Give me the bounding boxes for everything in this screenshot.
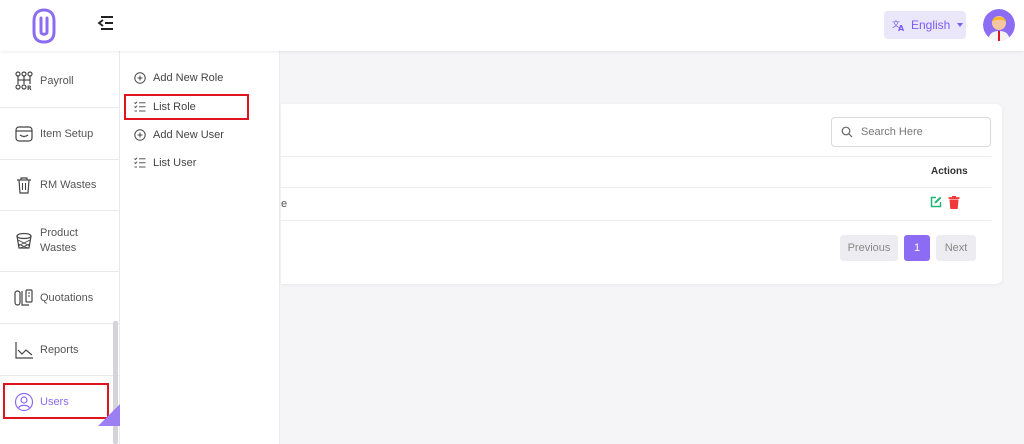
chart-icon (15, 341, 33, 359)
sidebar-item-reports[interactable]: Reports (0, 324, 120, 376)
sidebar-item-rm-wastes[interactable]: RM Wastes (0, 160, 120, 211)
sidebar-item-quotations[interactable]: Quotations (0, 272, 120, 324)
basket-icon (16, 232, 32, 249)
users-submenu: Add New Role List Role Add New User List… (120, 51, 280, 444)
pagination-next-button[interactable]: Next (936, 235, 976, 261)
submenu-label: Add New Role (153, 72, 224, 84)
submenu-add-new-user[interactable]: Add New User (134, 129, 224, 141)
list-icon (134, 157, 146, 168)
payroll-icon: R (15, 71, 33, 91)
search-icon (841, 126, 853, 138)
sidebar-item-label: Product Wastes (40, 227, 78, 254)
submenu-label: List User (153, 157, 197, 169)
actions-column-header: Actions (931, 166, 968, 177)
table-divider (281, 220, 991, 221)
language-dropdown[interactable]: 文 A English (884, 11, 966, 39)
table-cell-role-name: e (281, 198, 288, 210)
delete-icon[interactable] (948, 196, 960, 209)
top-header: 文 A English (0, 0, 1024, 51)
highlight-box-users (3, 383, 109, 419)
svg-text:R: R (27, 85, 32, 91)
chevron-down-icon (957, 23, 964, 27)
highlight-box-list-role (124, 94, 249, 120)
sidebar-item-label: Payroll (40, 75, 74, 87)
submenu-label: Add New User (153, 129, 224, 141)
sidebar-item-product-wastes[interactable]: Product Wastes (0, 211, 120, 272)
app-logo[interactable] (30, 8, 58, 44)
role-list-card: Actions e Previous 1 Next (281, 104, 1002, 284)
search-input[interactable] (861, 126, 981, 138)
translate-icon: 文 A (892, 19, 905, 32)
quotations-icon (14, 288, 33, 306)
language-label: English (911, 18, 951, 32)
sidebar-item-item-setup[interactable]: Item Setup (0, 108, 120, 160)
svg-text:A: A (898, 24, 905, 32)
pagination-previous-button[interactable]: Previous (840, 235, 898, 261)
plus-circle-icon (134, 72, 146, 84)
menu-toggle-icon[interactable] (97, 14, 115, 32)
table-divider (281, 187, 991, 188)
sidebar-item-payroll[interactable]: R Payroll (0, 55, 120, 108)
edit-icon[interactable] (930, 196, 942, 208)
active-corner-marker (98, 404, 120, 426)
sidebar-item-label: RM Wastes (40, 179, 97, 191)
plus-circle-icon (134, 129, 146, 141)
sidebar-item-label: Reports (40, 343, 79, 356)
submenu-list-user[interactable]: List User (134, 157, 196, 169)
user-avatar[interactable] (983, 9, 1015, 41)
sidebar-item-label: Item Setup (40, 127, 94, 140)
search-box[interactable] (831, 117, 991, 147)
item-setup-icon (15, 125, 33, 142)
submenu-add-new-role[interactable]: Add New Role (134, 72, 223, 84)
sidebar: R Payroll Item Setup RM Wastes Product W… (0, 51, 120, 444)
pagination-page-button[interactable]: 1 (904, 235, 930, 261)
table-divider (281, 156, 991, 157)
trash-icon (17, 177, 31, 194)
sidebar-item-label: Quotations (40, 291, 94, 304)
